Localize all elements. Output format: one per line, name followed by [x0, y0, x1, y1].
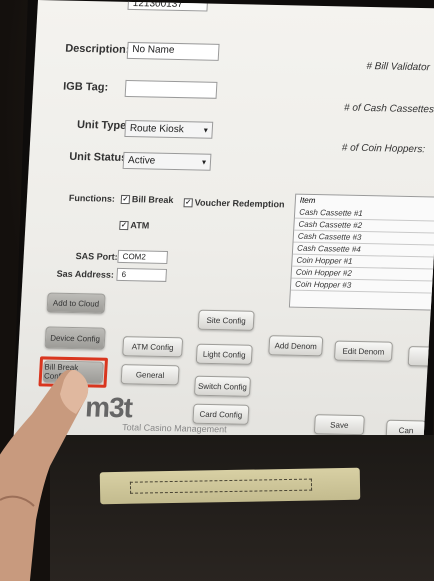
- chevron-down-icon: ▾: [203, 125, 209, 135]
- bill-break-checkbox[interactable]: ✓ Bill Break: [120, 194, 174, 206]
- igb-tag-field[interactable]: [124, 79, 218, 99]
- add-denom-button[interactable]: Add Denom: [268, 335, 324, 357]
- atm-checkbox[interactable]: ✓ ATM: [119, 220, 150, 231]
- chevron-down-icon: ▾: [201, 157, 207, 167]
- sas-address-field[interactable]: 6: [116, 267, 168, 282]
- site-config-button[interactable]: Site Config: [197, 309, 255, 331]
- igb-tag-label: IGB Tag:: [62, 80, 109, 94]
- card-config-button[interactable]: Card Config: [192, 403, 250, 425]
- unit-type-value: Route Kiosk: [129, 123, 185, 136]
- light-config-button[interactable]: Light Config: [195, 343, 253, 365]
- atm-config-button[interactable]: ATM Config: [122, 336, 184, 358]
- voucher-redemption-checkbox[interactable]: ✓ Voucher Redemption: [183, 197, 285, 210]
- description-field[interactable]: No Name: [126, 41, 220, 61]
- bill-break-label: Bill Break: [131, 194, 174, 206]
- device-config-button[interactable]: Device Config: [44, 326, 106, 350]
- unit-status-label: Unit Status:: [68, 150, 132, 165]
- strip-pattern: [129, 478, 313, 494]
- checkbox-checked-icon: ✓: [120, 195, 131, 205]
- checkbox-checked-icon: ✓: [119, 221, 129, 231]
- edit-denom-button[interactable]: Edit Denom: [333, 340, 393, 362]
- description-label: Description:: [64, 42, 130, 56]
- keyboard-area: [50, 435, 434, 581]
- cash-cassettes-label: # of Cash Cassettes:: [343, 102, 434, 116]
- atm-label: ATM: [130, 220, 150, 231]
- tagline: Total Casino Management: [121, 422, 227, 435]
- general-button[interactable]: General: [120, 364, 180, 386]
- unit-type-select[interactable]: Route Kiosk ▾: [124, 119, 214, 139]
- sas-port-field[interactable]: COM2: [117, 249, 169, 264]
- save-button[interactable]: Save: [313, 414, 365, 436]
- keyboard-strip: [99, 467, 361, 505]
- denom-list[interactable]: Item Cash Cassette #1 Cash Cassette #2 C…: [288, 193, 434, 311]
- photo: 121300137 Description: No Name IGB Tag: …: [0, 0, 434, 581]
- unit-type-label: Unit Type:: [76, 118, 131, 133]
- unit-status-value: Active: [127, 155, 156, 167]
- unit-status-select[interactable]: Active ▾: [122, 151, 212, 171]
- coin-hoppers-label: # of Coin Hoppers:: [341, 142, 426, 156]
- bill-validators-label: # Bill Validator: [366, 60, 431, 74]
- checkbox-checked-icon: ✓: [183, 198, 193, 208]
- functions-label: Functions:: [68, 192, 116, 204]
- voucher-redemption-label: Voucher Redemption: [194, 197, 285, 210]
- sas-port-label: SAS Port:: [75, 251, 118, 262]
- switch-config-button[interactable]: Switch Config: [193, 375, 251, 397]
- sas-address-label: Sas Address:: [56, 268, 115, 280]
- pointing-finger-icon: [0, 370, 89, 581]
- add-to-cloud-button[interactable]: Add to Cloud: [46, 292, 106, 314]
- list-item[interactable]: Coin Hopper #3: [290, 278, 434, 294]
